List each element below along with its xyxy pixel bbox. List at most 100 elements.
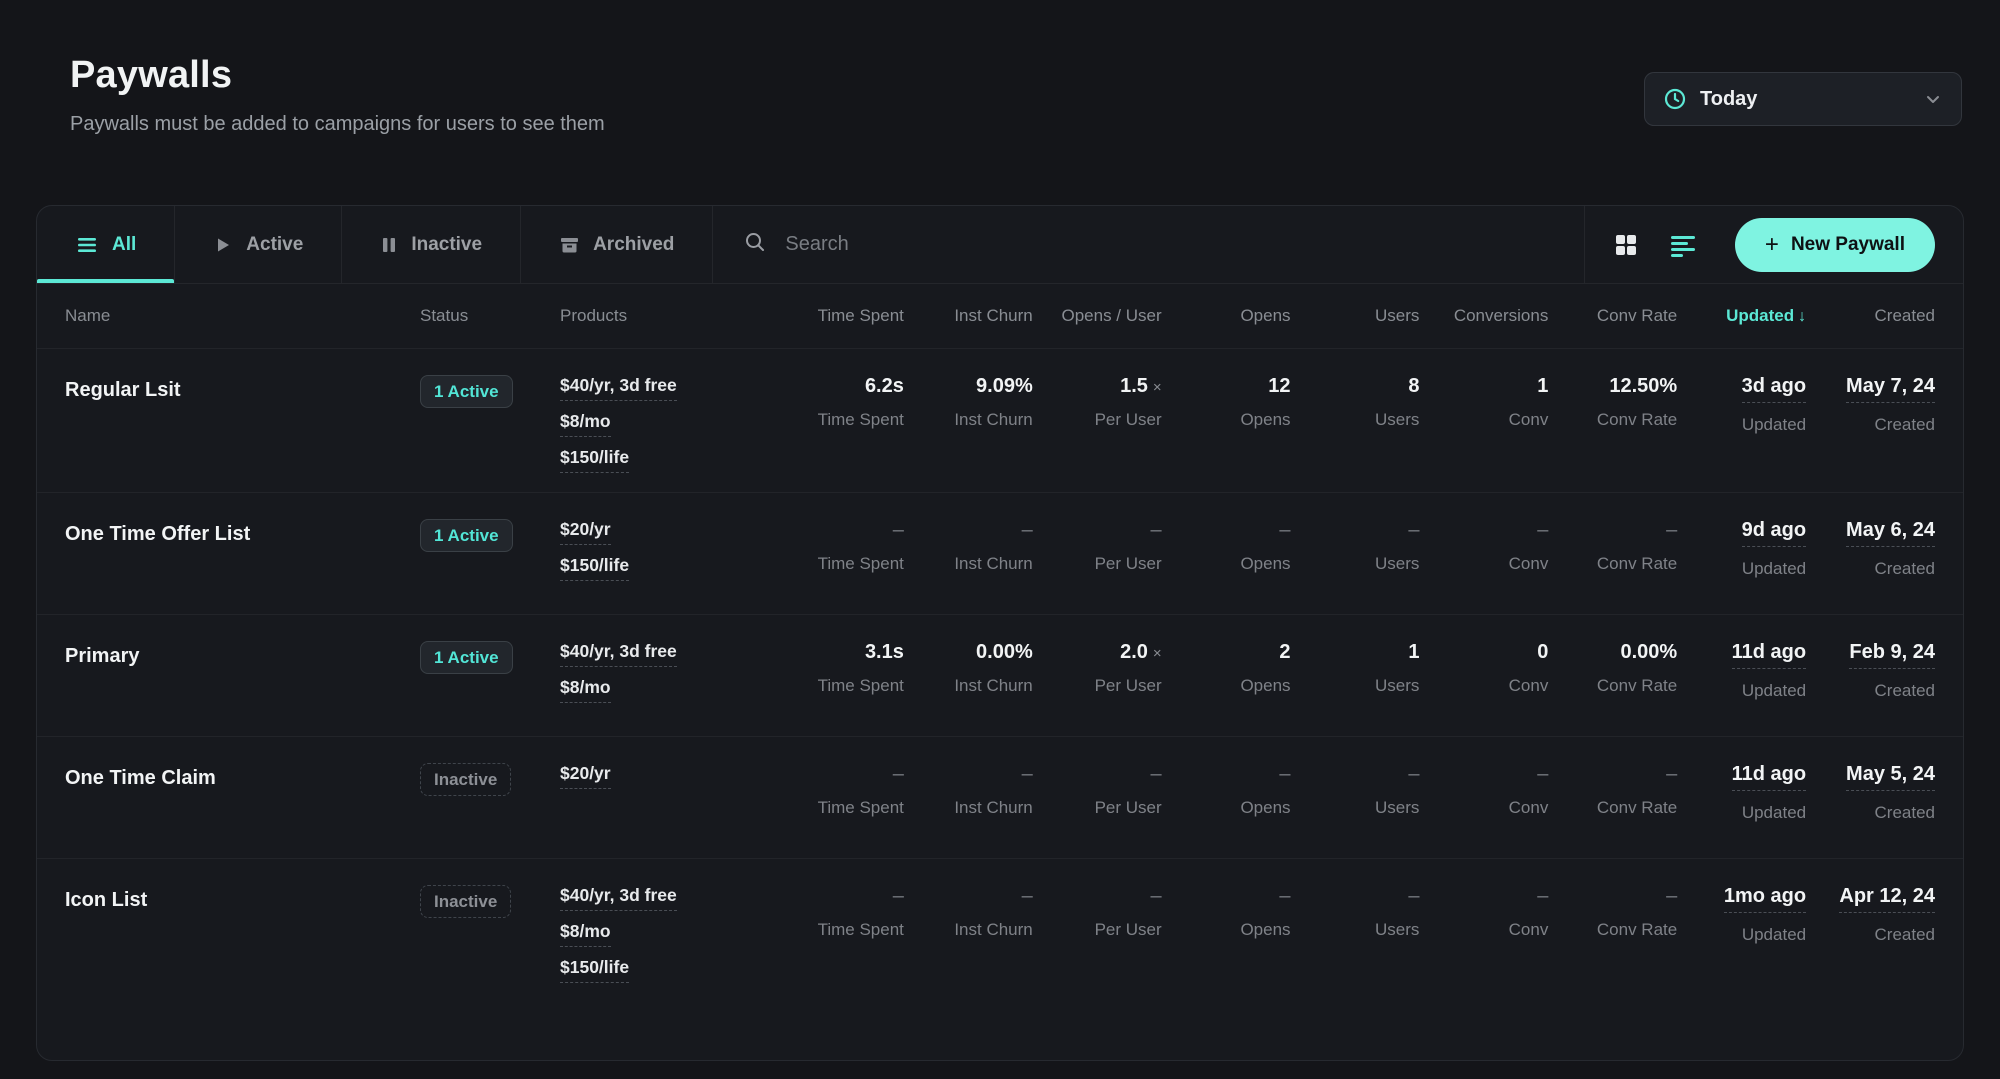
metric-sublabel: Opens xyxy=(1162,410,1291,430)
metric-value: 11d ago xyxy=(1677,763,1806,791)
table-header-row: NameStatusProductsTime SpentInst ChurnOp… xyxy=(37,284,1963,348)
metric-users: – Users xyxy=(1291,519,1420,590)
metric-value-text: 11d ago xyxy=(1732,641,1806,669)
column-header-opens[interactable]: Opens xyxy=(1162,306,1291,326)
products-cell: $40/yr, 3d free $8/mo $150/life xyxy=(560,885,775,978)
metric-sublabel: Users xyxy=(1291,920,1420,940)
column-header-per_user[interactable]: Opens / User xyxy=(1033,306,1162,326)
column-header-users[interactable]: Users xyxy=(1291,306,1420,326)
column-header-inst_churn[interactable]: Inst Churn xyxy=(904,306,1033,326)
metric-opens: –Opens xyxy=(1162,763,1291,834)
metric-value: – xyxy=(775,519,904,542)
product-label: $8/mo xyxy=(560,921,611,947)
status-badge: 1 Active xyxy=(420,641,513,674)
column-header-updated[interactable]: Updated↓ xyxy=(1677,306,1806,326)
product-item[interactable]: $8/mo xyxy=(560,411,775,432)
metric-opens: 2 Opens xyxy=(1162,641,1291,712)
tab-inactive[interactable]: Inactive xyxy=(342,206,521,283)
metric-sublabel: Conv xyxy=(1419,920,1548,940)
metric-sublabel: Conv xyxy=(1419,554,1548,574)
tab-label: Inactive xyxy=(411,234,482,256)
metric-value: – xyxy=(1548,519,1677,542)
column-header-conv_rate[interactable]: Conv Rate xyxy=(1548,306,1677,326)
column-header-products[interactable]: Products xyxy=(560,306,775,326)
search-icon xyxy=(743,230,767,259)
list-view-icon[interactable] xyxy=(1669,233,1697,257)
grid-view-icon[interactable] xyxy=(1613,232,1639,258)
archive-icon xyxy=(559,235,580,255)
metric-conv: –Conv xyxy=(1419,763,1548,834)
metric-sublabel: Time Spent xyxy=(775,554,904,574)
rows-icon xyxy=(75,235,99,255)
metric-inst_churn: –Inst Churn xyxy=(904,763,1033,834)
metric-conv: 0Conv xyxy=(1419,641,1548,712)
product-item[interactable]: $40/yr, 3d free xyxy=(560,641,775,662)
column-header-time_spent[interactable]: Time Spent xyxy=(775,306,904,326)
column-header-name[interactable]: Name xyxy=(65,306,420,326)
metric-value: – xyxy=(1033,763,1162,786)
metric-value: 0.00% xyxy=(1548,641,1677,664)
metric-opens: 12Opens xyxy=(1162,375,1291,468)
metric-sublabel: Users xyxy=(1291,676,1420,696)
product-item[interactable]: $20/yr xyxy=(560,763,775,784)
product-item[interactable]: $40/yr, 3d free xyxy=(560,885,775,906)
tabs: All Active Inactive Archived xyxy=(37,206,713,283)
metric-sublabel: Opens xyxy=(1162,920,1291,940)
metric-value: – xyxy=(1291,519,1420,542)
metric-value-text: Feb 9, 24 xyxy=(1849,641,1935,669)
product-item[interactable]: $20/yr xyxy=(560,519,775,540)
tab-label: Archived xyxy=(593,234,674,256)
metric-value: – xyxy=(1162,519,1291,542)
date-filter-dropdown[interactable]: Today xyxy=(1644,72,1962,126)
metric-updated: 9d agoUpdated xyxy=(1677,519,1806,590)
metric-sublabel: Opens xyxy=(1162,676,1291,696)
metric-value-text: 11d ago xyxy=(1732,763,1806,791)
tab-archived[interactable]: Archived xyxy=(521,206,713,283)
metric-value: 3.1s xyxy=(775,641,904,664)
metric-value-text: 1mo ago xyxy=(1724,885,1806,913)
metric-time_spent: –Time Spent xyxy=(775,763,904,834)
product-item[interactable]: $8/mo xyxy=(560,677,775,698)
metric-sublabel: Updated xyxy=(1677,415,1806,435)
tab-all[interactable]: All xyxy=(37,206,175,283)
metric-value: – xyxy=(1162,763,1291,786)
product-item[interactable]: $150/life xyxy=(560,957,775,978)
metric-value-text: May 7, 24 xyxy=(1846,375,1935,403)
metric-sublabel: Conv xyxy=(1419,676,1548,696)
product-item[interactable]: $40/yr, 3d free xyxy=(560,375,775,396)
metric-opens: –Opens xyxy=(1162,885,1291,978)
table-row[interactable]: Primary1 Active$40/yr, 3d free$8/mo3.1sT… xyxy=(37,614,1963,736)
status-badge: 1 Active xyxy=(420,519,513,552)
new-paywall-button[interactable]: + New Paywall xyxy=(1735,218,1935,272)
metric-sublabel: Users xyxy=(1291,554,1420,574)
metric-value: 2 xyxy=(1162,641,1291,664)
metric-sublabel: Users xyxy=(1291,410,1420,430)
table-row[interactable]: One Time ClaimInactive$20/yr–Time Spent–… xyxy=(37,736,1963,858)
product-item[interactable]: $8/mo xyxy=(560,921,775,942)
product-item[interactable]: $150/life xyxy=(560,447,775,468)
metric-sublabel: Conv xyxy=(1419,410,1548,430)
metric-sublabel: Per User xyxy=(1033,554,1162,574)
metric-sublabel: Created xyxy=(1806,681,1935,701)
product-label: $150/life xyxy=(560,555,629,581)
metric-users: 1Users xyxy=(1291,641,1420,712)
metric-sublabel: Created xyxy=(1806,803,1935,823)
search-box[interactable] xyxy=(713,206,1584,283)
table-row[interactable]: Regular Lsit1 Active$40/yr, 3d free$8/mo… xyxy=(37,348,1963,492)
metric-sublabel: Time Spent xyxy=(775,798,904,818)
table-row[interactable]: One Time Offer List1 Active$20/yr$150/li… xyxy=(37,492,1963,614)
column-header-created[interactable]: Created xyxy=(1806,306,1935,326)
product-item[interactable]: $150/life xyxy=(560,555,775,576)
status-cell: Inactive xyxy=(420,885,560,978)
metric-users: –Users xyxy=(1291,885,1420,978)
search-input[interactable] xyxy=(785,233,1554,256)
table-row[interactable]: Icon ListInactive$40/yr, 3d free$8/mo$15… xyxy=(37,858,1963,1002)
column-header-status[interactable]: Status xyxy=(420,306,560,326)
column-header-conv[interactable]: Conversions xyxy=(1419,306,1548,326)
metric-sublabel: Updated xyxy=(1677,681,1806,701)
tab-label: Active xyxy=(246,234,303,256)
metric-conv_rate: –Conv Rate xyxy=(1548,763,1677,834)
paywall-name: Primary xyxy=(65,641,420,712)
tab-active[interactable]: Active xyxy=(175,206,342,283)
table-body: Regular Lsit1 Active$40/yr, 3d free$8/mo… xyxy=(37,348,1963,1002)
